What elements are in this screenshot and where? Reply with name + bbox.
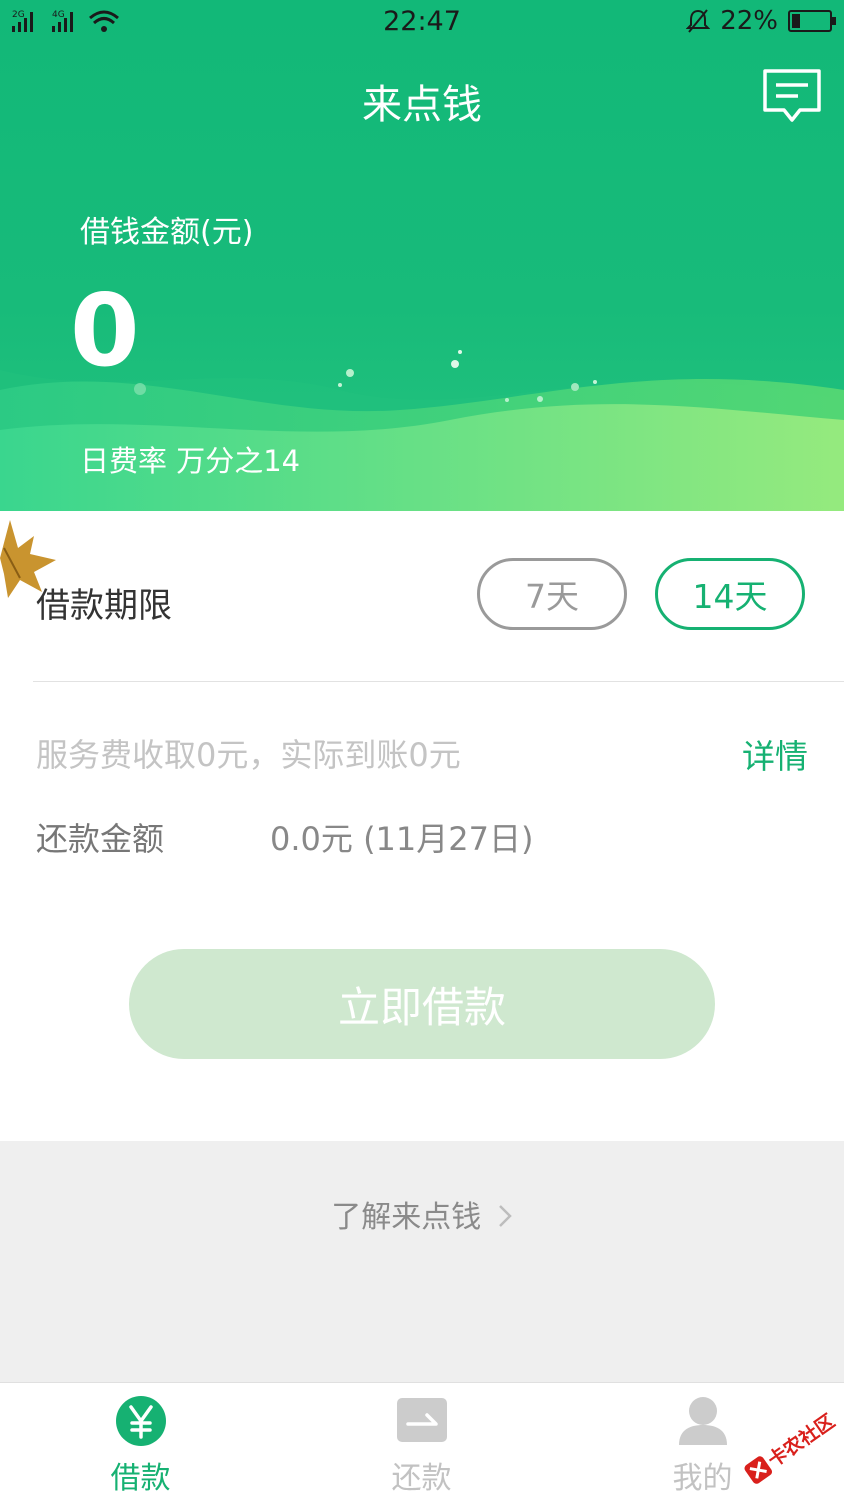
tab-repay[interactable]: 还款 xyxy=(281,1383,562,1501)
term-option-14-days[interactable]: 14天 xyxy=(655,558,805,630)
tab-borrow[interactable]: 借款 xyxy=(0,1383,281,1501)
battery-level xyxy=(792,14,800,28)
learn-more-link[interactable]: 了解来点钱 xyxy=(0,1192,844,1236)
repayment-value: 0.0元 (11月27日) xyxy=(270,820,534,858)
user-icon xyxy=(679,1397,727,1445)
header-banner: 2G 4G 22:47 22% 来点钱 借钱金额(元) 0 日费率 万分之14 xyxy=(0,0,844,511)
chevron-right-icon xyxy=(498,1205,512,1227)
learn-more-label: 了解来点钱 xyxy=(331,1200,482,1235)
message-icon[interactable] xyxy=(762,68,822,124)
status-right: 22% xyxy=(686,6,836,36)
loan-amount[interactable]: 0 xyxy=(70,272,140,389)
term-label: 借款期限 xyxy=(36,586,172,626)
divider xyxy=(33,681,844,682)
repay-icon xyxy=(397,1398,447,1442)
svg-text:卡农社区: 卡农社区 xyxy=(763,1409,838,1471)
watermark-logo: 卡农社区 xyxy=(744,1409,838,1484)
tab-label: 还款 xyxy=(391,1461,452,1496)
bell-muted-icon xyxy=(686,9,711,33)
bottom-tab-bar: 借款 还款 我的 xyxy=(0,1382,844,1501)
battery-percent: 22% xyxy=(720,6,778,36)
detail-link[interactable]: 详情 xyxy=(742,730,808,778)
term-option-7-days[interactable]: 7天 xyxy=(477,558,627,630)
page-title: 来点钱 xyxy=(362,82,482,128)
repayment-label: 还款金额 xyxy=(36,820,165,858)
tab-label: 借款 xyxy=(110,1461,171,1496)
yen-icon xyxy=(116,1396,166,1446)
fee-info: 服务费收取0元，实际到账0元 xyxy=(36,736,461,774)
daily-rate: 日费率 万分之14 xyxy=(80,444,301,478)
borrow-now-button[interactable]: 立即借款 xyxy=(129,949,715,1059)
battery-icon xyxy=(788,10,836,32)
amount-label: 借钱金额(元) xyxy=(80,215,254,250)
status-bar: 2G 4G 22:47 22% xyxy=(0,0,844,44)
